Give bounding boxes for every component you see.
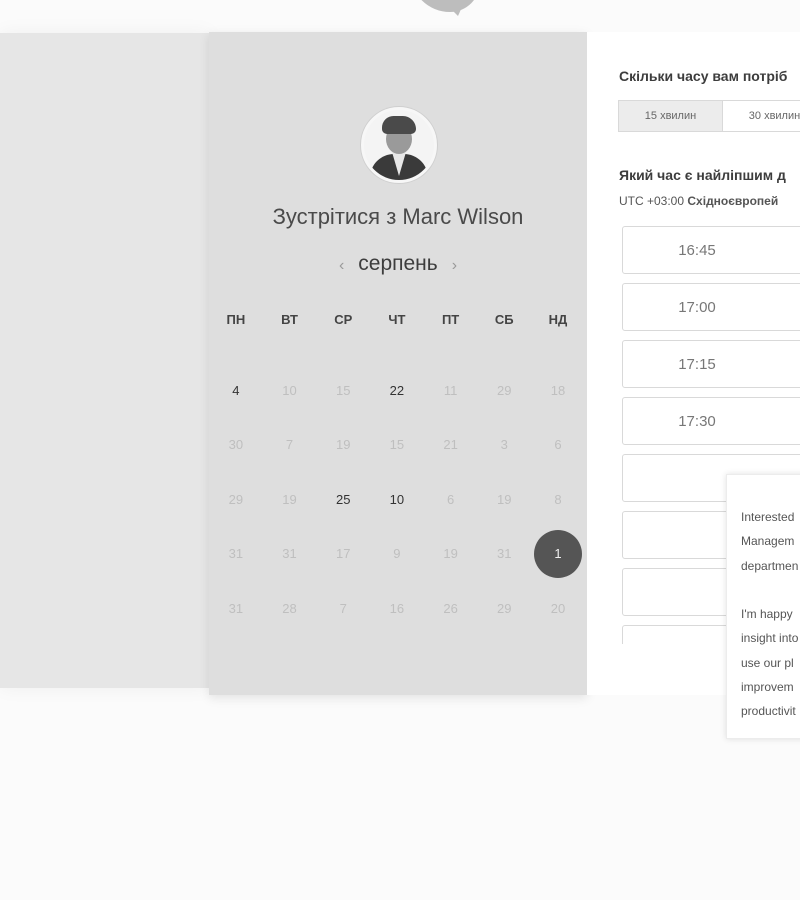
calendar-day: 18 bbox=[550, 382, 566, 398]
calendar-day: 19 bbox=[443, 546, 458, 562]
weekday-label: СБ bbox=[494, 311, 514, 327]
calendar-day: 31 bbox=[282, 546, 297, 562]
weekday-label: ПН bbox=[226, 311, 246, 327]
calendar-day: 21 bbox=[443, 437, 458, 453]
time-slot-button[interactable]: 17:30 bbox=[622, 397, 800, 445]
calendar-week-row: 4 10 15 22 11 29 18 bbox=[209, 363, 587, 418]
calendar-week-row: 31 28 7 16 26 29 20 bbox=[209, 581, 587, 636]
calendar-week-row: 30 7 19 15 21 3 6 bbox=[209, 418, 587, 473]
calendar-day: 9 bbox=[393, 546, 401, 562]
calendar-day: 31 bbox=[228, 546, 244, 562]
calendar-week-row: 31 31 17 9 19 31 1 bbox=[209, 527, 587, 582]
calendar-day: 29 bbox=[497, 600, 512, 616]
calendar-day: 28 bbox=[282, 600, 297, 616]
calendar-day[interactable]: 22 bbox=[370, 383, 424, 398]
time-slot-button[interactable]: 17:15 bbox=[622, 340, 800, 388]
calendar-day: 30 bbox=[228, 437, 244, 453]
weekday-label: ЧТ bbox=[388, 311, 406, 327]
calendar-day: 20 bbox=[550, 600, 566, 616]
calendar-panel: Зустрітися з Marc Wilson ‹ серпень › ПН ВТ С… bbox=[209, 32, 587, 695]
timezone-offset: UTC +03:00 bbox=[619, 194, 685, 208]
duration-tab[interactable]: 30 хвилин bbox=[723, 100, 800, 132]
calendar-day: 29 bbox=[497, 382, 512, 398]
duration-tabs: 15 хвилин 30 хвилин bbox=[618, 100, 800, 132]
time-slot-button[interactable]: 16:45 bbox=[622, 226, 800, 274]
calendar-day: 3 bbox=[500, 437, 508, 453]
calendar-week-row: 29 19 25 10 6 19 8 bbox=[209, 472, 587, 527]
weekday-label: ВТ bbox=[281, 311, 298, 327]
calendar-day: 16 bbox=[389, 600, 405, 616]
calendar-day: 29 bbox=[228, 491, 244, 507]
description-popover: Interested Managem departmen I'm happy i… bbox=[726, 474, 800, 739]
calendar-day: 26 bbox=[443, 600, 458, 616]
calendar-day: 15 bbox=[389, 437, 405, 453]
calendar-day: 7 bbox=[285, 437, 294, 453]
calendar-day: 19 bbox=[282, 491, 297, 507]
weekday-label: ПТ bbox=[441, 311, 460, 327]
calendar-day: 6 bbox=[446, 491, 455, 507]
avatar bbox=[361, 107, 437, 183]
calendar-day: 7 bbox=[339, 600, 347, 616]
calendar-day: 31 bbox=[497, 546, 512, 562]
calendar-day: 19 bbox=[497, 491, 512, 507]
timezone-name: Східноєвропей bbox=[687, 194, 779, 208]
calendar-day-selected[interactable]: 1 bbox=[531, 529, 585, 578]
meeting-title: Зустрітися з Marc Wilson bbox=[272, 204, 524, 229]
calendar-day[interactable]: 4 bbox=[209, 383, 263, 398]
calendar-day[interactable]: 10 bbox=[370, 492, 424, 507]
chevron-left-icon[interactable]: ‹ bbox=[339, 257, 344, 274]
timezone-label: UTC +03:00 Східноєвропей bbox=[619, 194, 778, 208]
calendar-day: 10 bbox=[282, 382, 297, 398]
time-slot-button[interactable]: 17:00 bbox=[622, 283, 800, 331]
calendar-grid: ПН ВТ СР ЧТ ПТ СБ НД 4 10 15 22 11 29 18 30 7 19 15 21 3 6 2… bbox=[209, 309, 587, 636]
chevron-right-icon[interactable]: › bbox=[452, 257, 457, 274]
month-label: серпень bbox=[358, 252, 438, 275]
calendar-day: 15 bbox=[335, 382, 351, 398]
month-navigation: ‹ серпень › bbox=[209, 252, 587, 276]
calendar-day: 17 bbox=[335, 546, 351, 562]
weekday-label: СР bbox=[334, 311, 353, 327]
weekday-label: НД bbox=[548, 311, 568, 327]
time-question: Який час є найліпшим д bbox=[619, 167, 786, 183]
calendar-day: 6 bbox=[554, 437, 562, 453]
brand-logo bbox=[400, 0, 700, 20]
background-panel bbox=[0, 33, 210, 688]
calendar-day: 19 bbox=[335, 437, 351, 453]
calendar-day: 8 bbox=[554, 491, 562, 507]
duration-question: Скільки часу вам потріб bbox=[619, 68, 788, 84]
weekday-header: ПН ВТ СР ЧТ ПТ СБ НД bbox=[209, 309, 587, 329]
duration-tab[interactable]: 15 хвилин bbox=[618, 100, 723, 132]
calendar-day: 11 bbox=[443, 382, 458, 398]
calendar-day[interactable]: 25 bbox=[316, 492, 370, 507]
popover-text: Interested Managem departmen I'm happy i… bbox=[741, 510, 799, 719]
calendar-day: 31 bbox=[228, 600, 244, 616]
